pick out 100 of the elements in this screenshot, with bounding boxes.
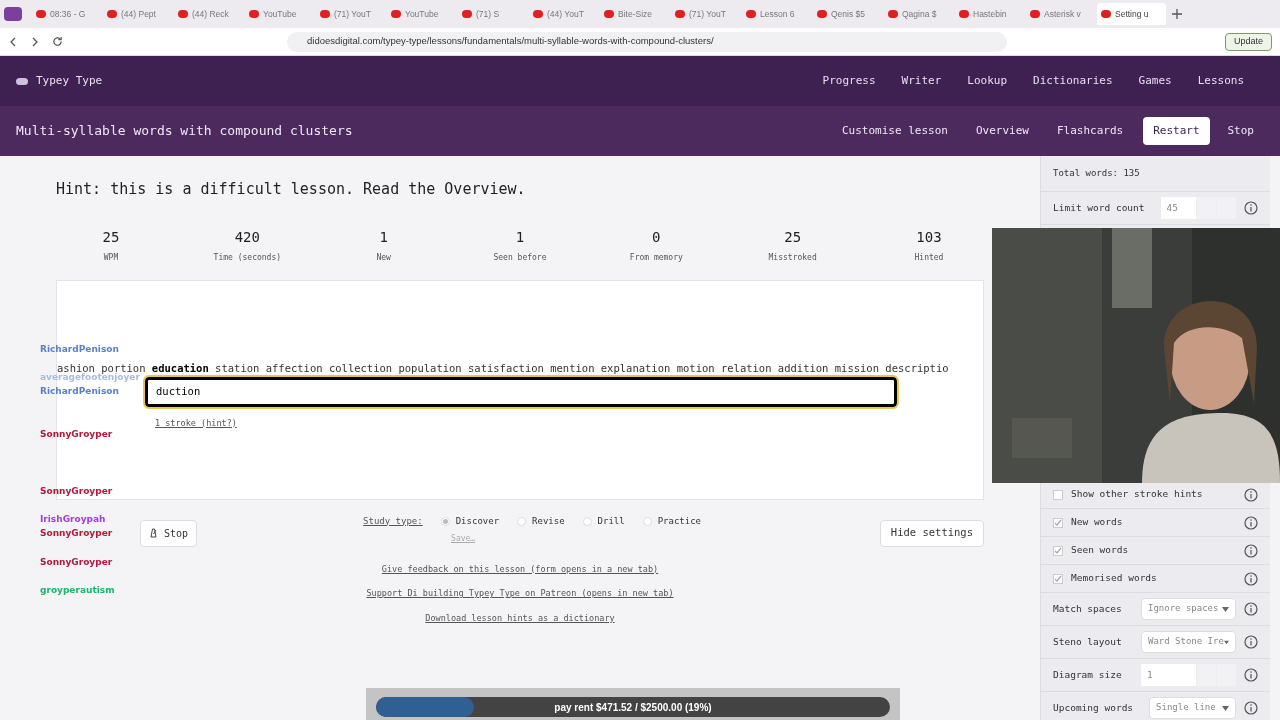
radio-option[interactable]: Revise [517, 514, 565, 528]
select-field[interactable]: Ward Stone Ire [1141, 631, 1236, 653]
nav-link[interactable]: Lookup [967, 72, 1008, 90]
site-logo[interactable]: Typey Type [36, 72, 103, 90]
reload-icon[interactable] [52, 36, 63, 47]
chat-username: SonnyGroyper [40, 555, 113, 569]
info-icon[interactable] [1244, 201, 1258, 215]
lesson-button[interactable]: Restart [1143, 117, 1210, 145]
setting-label: Steno layout [1053, 634, 1122, 649]
material-text: ashion portion education station affection collection population satisfaction mention explanation motion relation addition mission descriptio [57, 360, 949, 374]
radio-option[interactable]: Drill [582, 514, 625, 528]
nav-link[interactable]: Lessons [1197, 72, 1244, 90]
browser-tab[interactable]: Hastebin [955, 3, 1024, 25]
address-field[interactable]: didoesdigital.com/typey-type/lessons/fundamentals/multi-syllable-words-with-compound-clusters/ [287, 31, 1007, 52]
caret-icon [1222, 606, 1229, 612]
stat-value: 420 [234, 227, 260, 247]
footer-link[interactable]: Support Di building Typey Type on Patreon (opens in new tab) [366, 587, 674, 600]
stat-label: New [376, 251, 391, 264]
lesson-title: Multi-syllable words with compound clusters [16, 122, 353, 141]
chat-username: SonnyGroyper [40, 427, 113, 441]
info-icon[interactable] [1244, 543, 1258, 558]
checkbox[interactable] [1053, 545, 1063, 556]
lesson-link[interactable]: Flashcards [1056, 122, 1124, 140]
forward-icon[interactable] [30, 36, 40, 47]
chat-username: groyperautism [40, 583, 115, 597]
update-button[interactable]: Update [1224, 32, 1272, 51]
nav-link[interactable]: Dictionaries [1033, 72, 1113, 90]
setting-label: New words [1071, 515, 1123, 530]
lesson-link[interactable]: Overview [975, 122, 1029, 140]
browser-tab[interactable]: YouTube [387, 3, 456, 25]
browser-tab[interactable]: Lesson 6 [742, 3, 811, 25]
nav-link[interactable]: Games [1138, 72, 1172, 90]
stat-value: 25 [784, 227, 802, 247]
total-words: Total words: 135 [1041, 156, 1270, 192]
setting-label: Upcoming words [1053, 700, 1134, 715]
stat-value: 1 [379, 227, 388, 247]
setting-label: Match spaces [1053, 601, 1122, 616]
lesson-button[interactable]: Stop [1217, 117, 1264, 145]
browser-tab[interactable]: (71) YouT [671, 3, 740, 25]
info-icon[interactable] [1244, 635, 1258, 649]
stat-label: Time (seconds) [213, 251, 282, 264]
browser-tab[interactable]: (44) Pept [103, 3, 172, 25]
browser-tab[interactable]: (71) S [458, 3, 527, 25]
browser-tab[interactable]: (44) YouT [529, 3, 598, 25]
select-field[interactable]: Single line [1149, 697, 1236, 719]
stat-value: 103 [916, 227, 942, 247]
back-icon[interactable] [8, 36, 18, 47]
chat-username: SonnyGroyper [40, 527, 113, 541]
footer-link[interactable]: Download lesson hints as a dictionary [425, 612, 615, 625]
browser-tab[interactable]: Qenis $5 [813, 3, 882, 25]
info-icon[interactable] [1244, 487, 1258, 502]
browser-tab[interactable]: YouTube [245, 3, 314, 25]
setting-label: Limit word count [1053, 200, 1145, 215]
browser-tab[interactable]: (44) Reck [174, 3, 243, 25]
typing-field[interactable]: duction [145, 376, 897, 407]
nav-link[interactable]: Progress [822, 72, 876, 90]
stroke-hint-link[interactable]: 1 stroke (hint?) [155, 416, 237, 430]
stat-value: 25 [102, 227, 120, 247]
radio-option[interactable]: Discover [440, 514, 500, 528]
browser-tab[interactable]: 08:36 - G [32, 3, 101, 25]
metronome-icon [149, 528, 158, 538]
info-icon[interactable] [1244, 602, 1258, 616]
caret-icon [1223, 639, 1229, 645]
stat-value: 1 [515, 227, 525, 247]
browser-tab[interactable]: (71) YouT [316, 3, 385, 25]
checkbox[interactable] [1053, 489, 1063, 500]
chat-username: averagefootenjoyer [40, 372, 140, 385]
setting-label: Memorised words [1071, 571, 1157, 586]
radio-option[interactable]: Practice [642, 514, 702, 528]
browser-tab[interactable]: Bite-Size [600, 3, 669, 25]
stat-label: WPM [103, 251, 119, 264]
checkbox[interactable] [1053, 573, 1063, 584]
browser-tab[interactable]: Asterisk v [1026, 3, 1095, 25]
hide-settings-button[interactable]: Hide settings [879, 519, 984, 547]
lesson-link[interactable]: Customise lesson [841, 122, 948, 140]
chat-username: SonnyGroyper [40, 484, 113, 498]
info-icon[interactable] [1244, 668, 1258, 682]
browser-tab[interactable]: Qagina $ [884, 3, 953, 25]
chat-username: IrishGroypah [40, 512, 106, 526]
stop-button[interactable]: Stop [140, 519, 198, 547]
number-field[interactable]: 45 [1160, 197, 1236, 219]
info-icon[interactable] [1244, 571, 1258, 586]
caret-icon [1222, 705, 1229, 711]
select-field[interactable]: Ignore spaces [1141, 598, 1236, 620]
setting-label: Seen words [1071, 543, 1129, 558]
setting-label: Diagram size [1053, 667, 1122, 682]
chat-username: RichardPenison [40, 342, 119, 356]
chat-username: RichardPenison [40, 385, 119, 399]
checkbox[interactable] [1053, 517, 1063, 528]
info-icon[interactable] [1244, 515, 1258, 530]
stat-label: Seen before [493, 251, 547, 264]
info-icon[interactable] [1244, 701, 1258, 715]
setting-label: Show other stroke hints [1071, 487, 1203, 502]
study-type-label: Study type: [363, 514, 423, 528]
nav-link[interactable]: Writer [901, 72, 942, 90]
browser-tab[interactable]: Setting u [1097, 3, 1166, 25]
number-field[interactable]: 1 [1141, 664, 1236, 686]
new-tab-icon[interactable] [1172, 9, 1182, 19]
stat-label: Hinted [914, 251, 944, 264]
footer-link[interactable]: Give feedback on this lesson (form opens in a new tab) [381, 562, 659, 576]
